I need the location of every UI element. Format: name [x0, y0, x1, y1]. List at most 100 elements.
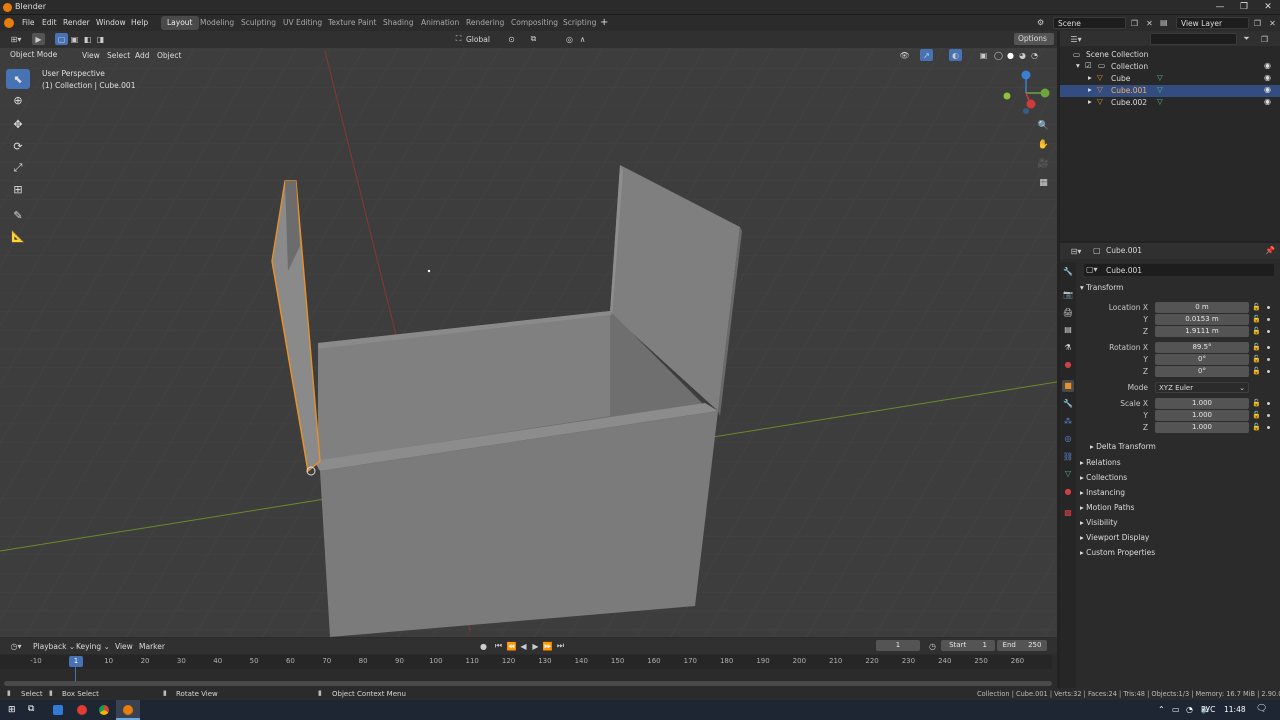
object-name-field[interactable]: ▢▾ Cube.001	[1084, 264, 1274, 276]
maximize-icon[interactable]: ❐	[1232, 0, 1256, 15]
scene-tab-icon[interactable]: ⚗	[1062, 342, 1074, 354]
select-mode-subtract-icon[interactable]: ◧	[81, 33, 94, 45]
properties-editor-type-icon[interactable]: ⊟▾	[1066, 245, 1086, 257]
data-tab-icon[interactable]: ▽	[1062, 468, 1074, 480]
material-tab-icon[interactable]: ●	[1062, 486, 1074, 498]
current-frame-field[interactable]: 1	[876, 640, 920, 651]
language-indicator[interactable]: РУС	[1201, 705, 1215, 714]
marker-menu[interactable]: Marker	[137, 641, 167, 652]
view-layer-icon[interactable]: ▤	[1160, 18, 1170, 28]
keyframe-dot[interactable]	[1267, 370, 1270, 373]
yandex-browser-icon[interactable]	[77, 705, 87, 715]
constraints-tab-icon[interactable]: ⛓	[1062, 451, 1074, 463]
outliner-search-input[interactable]	[1150, 33, 1237, 45]
keyframe-dot[interactable]	[1267, 402, 1270, 405]
menu-render[interactable]: Render	[61, 17, 92, 28]
keyframe-dot[interactable]	[1267, 414, 1270, 417]
scale-x-field[interactable]: 1.000	[1155, 398, 1249, 409]
clock[interactable]: 11:48	[1224, 705, 1246, 714]
3d-viewport[interactable]	[0, 31, 1057, 637]
outliner-item-cube-001[interactable]: ▸ ▽ Cube.001 ▽ ◉	[1060, 85, 1280, 97]
record-icon[interactable]: ●	[477, 640, 490, 652]
select-mode-invert-icon[interactable]: ◨	[94, 33, 107, 45]
delete-view-layer-icon[interactable]: ✕	[1266, 17, 1279, 29]
expand-icon[interactable]: ▸	[1088, 85, 1092, 94]
scene-icon[interactable]: ⚙	[1037, 18, 1047, 28]
scale-y-field[interactable]: 1.000	[1155, 410, 1249, 421]
view-layer-field[interactable]: View Layer	[1176, 17, 1249, 29]
keyframe-dot[interactable]	[1267, 306, 1270, 309]
outliner-editor-type-icon[interactable]: ☰▾	[1066, 33, 1086, 45]
timeline-ruler[interactable]	[0, 655, 1052, 669]
battery-icon[interactable]: ▭	[1172, 705, 1180, 714]
eye-icon[interactable]: ◉	[1264, 97, 1271, 106]
lock-icon[interactable]: 🔓	[1252, 327, 1261, 336]
task-view-icon[interactable]: ⧉	[28, 704, 34, 714]
filter-icon[interactable]: ⏷	[1240, 33, 1253, 45]
tab-scripting[interactable]: Scripting	[557, 16, 602, 30]
pin-icon[interactable]: 📌	[1265, 246, 1275, 255]
menu-help[interactable]: Help	[129, 17, 150, 28]
timeline-view-menu[interactable]: View	[113, 641, 135, 652]
chrome-icon[interactable]	[99, 705, 109, 715]
minimize-icon[interactable]: —	[1208, 0, 1232, 15]
new-scene-icon[interactable]: ❐	[1128, 17, 1141, 29]
viewport-display-panel[interactable]: ▸ Viewport Display	[1080, 533, 1275, 547]
windows-start-icon[interactable]: ⊞	[8, 705, 18, 715]
tab-shading[interactable]: Shading	[377, 16, 419, 30]
jump-end-icon[interactable]: ⏭	[554, 640, 567, 652]
xray-icon[interactable]: ▣	[977, 49, 990, 61]
tool-tab-icon[interactable]: 🔧	[1062, 266, 1074, 278]
new-view-layer-icon[interactable]: ❐	[1251, 17, 1264, 29]
lock-icon[interactable]: 🔓	[1252, 343, 1261, 352]
pivot-icon[interactable]: ⊙	[505, 33, 518, 45]
lock-icon[interactable]: 🔓	[1252, 355, 1261, 364]
start-frame-field[interactable]: Start 1	[941, 640, 995, 651]
perspective-grid-icon[interactable]: ▦	[1036, 178, 1051, 193]
pan-hand-icon[interactable]: ✋	[1036, 140, 1051, 155]
object-tab-icon[interactable]: ■	[1062, 380, 1074, 392]
lock-icon[interactable]: 🔓	[1252, 423, 1261, 432]
rotation-mode-dropdown[interactable]: XYZ Euler ⌄	[1155, 382, 1249, 393]
motion-paths-panel[interactable]: ▸ Motion Paths	[1080, 503, 1275, 517]
lock-icon[interactable]: 🔓	[1252, 315, 1261, 324]
eye-icon[interactable]: ◉	[1264, 73, 1271, 82]
texture-tab-icon[interactable]: ▩	[1062, 507, 1074, 519]
visibility-icon[interactable]: 👁	[898, 49, 911, 61]
location-z-field[interactable]: 1.9111 m	[1155, 326, 1249, 337]
menu-object[interactable]: Object	[155, 50, 183, 61]
render-tab-icon[interactable]: 📷	[1062, 289, 1074, 301]
physics-tab-icon[interactable]: ◎	[1062, 433, 1074, 445]
delete-scene-icon[interactable]: ✕	[1143, 17, 1156, 29]
blender-taskbar-button[interactable]	[116, 700, 140, 720]
instancing-panel[interactable]: ▸ Instancing	[1080, 488, 1275, 502]
annotate-tool-icon[interactable]: ✎	[6, 205, 30, 225]
relations-panel[interactable]: ▸ Relations	[1080, 458, 1275, 472]
tab-sculpting[interactable]: Sculpting	[235, 16, 282, 30]
keyframe-dot[interactable]	[1267, 358, 1270, 361]
rotate-tool-icon[interactable]: ⟳	[6, 136, 30, 156]
scene-field[interactable]: Scene	[1053, 17, 1126, 29]
select-mode-extend-icon[interactable]: ▣	[68, 33, 81, 45]
new-collection-icon[interactable]: ❐	[1258, 33, 1271, 45]
notifications-icon[interactable]: 🗨	[1256, 704, 1267, 714]
outliner-item-cube-002[interactable]: ▸ ▽ Cube.002 ▽ ◉	[1060, 97, 1280, 109]
falloff-icon[interactable]: ∧	[576, 33, 589, 45]
end-frame-field[interactable]: End 250	[997, 640, 1047, 651]
transform-panel-header[interactable]: ▾ Transform	[1080, 283, 1275, 297]
expand-collection-icon[interactable]: ▾	[1076, 61, 1080, 70]
lock-icon[interactable]: 🔓	[1252, 303, 1261, 312]
menu-select[interactable]: Select	[105, 50, 132, 61]
tab-modeling[interactable]: Modeling	[194, 16, 240, 30]
rotation-z-field[interactable]: 0°	[1155, 366, 1249, 377]
expand-icon[interactable]: ▸	[1088, 73, 1092, 82]
keyframe-dot[interactable]	[1267, 346, 1270, 349]
menu-file[interactable]: File	[20, 17, 37, 28]
keyframe-dot[interactable]	[1267, 426, 1270, 429]
tab-rendering[interactable]: Rendering	[460, 16, 510, 30]
blender-menu-icon[interactable]	[4, 18, 14, 28]
lock-icon[interactable]: 🔓	[1252, 367, 1261, 376]
scale-z-field[interactable]: 1.000	[1155, 422, 1249, 433]
tray-up-icon[interactable]: ⌃	[1158, 705, 1165, 714]
menu-edit[interactable]: Edit	[40, 17, 59, 28]
